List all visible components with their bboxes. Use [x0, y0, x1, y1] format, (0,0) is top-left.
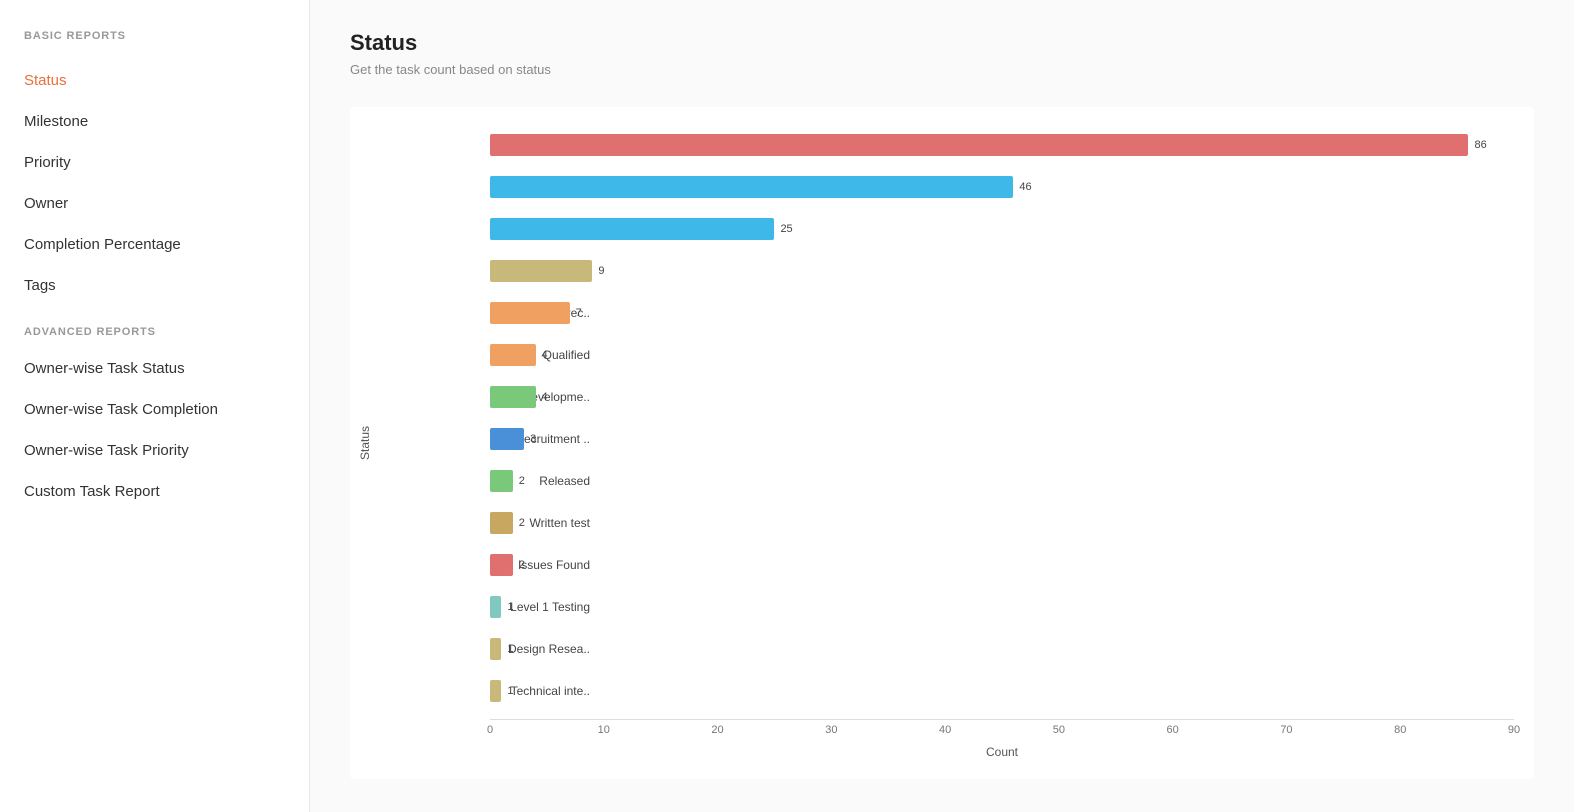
- bar-value: 25: [780, 223, 792, 235]
- bar-fill: [490, 386, 536, 408]
- x-tick: 10: [598, 724, 610, 736]
- bar-value: 1: [507, 643, 513, 655]
- main-content: Status Get the task count based on statu…: [310, 0, 1574, 812]
- bar-track: 9: [490, 253, 1514, 289]
- x-tick: 0: [487, 724, 493, 736]
- page-title: Status: [350, 30, 1534, 56]
- bar-row: Design Resea..1: [490, 631, 1514, 667]
- sidebar-item-owner-task-status[interactable]: Owner-wise Task Status: [0, 348, 309, 389]
- bar-value: 7: [576, 307, 582, 319]
- bar-track: 4: [490, 379, 1514, 415]
- bar-track: 1: [490, 589, 1514, 625]
- bar-row: Technical inte..1: [490, 673, 1514, 709]
- bar-value: 4: [542, 391, 548, 403]
- bar-track: 7: [490, 295, 1514, 331]
- chart-container: Status Closed86 Open46 New25 In Progress9 Ca…: [350, 107, 1534, 779]
- bar-track: 3: [490, 421, 1514, 457]
- bar-value: 3: [530, 433, 536, 445]
- bar-row: In Progress9: [490, 253, 1514, 289]
- bar-value: 2: [519, 559, 525, 571]
- bar-track: 86: [490, 127, 1514, 163]
- bar-row: Closed86: [490, 127, 1514, 163]
- x-tick: 20: [711, 724, 723, 736]
- bar-value: 9: [598, 265, 604, 277]
- basic-reports-section: BASIC REPORTS: [0, 30, 309, 52]
- bar-track: 1: [490, 631, 1514, 667]
- sidebar-item-owner-task-completion[interactable]: Owner-wise Task Completion: [0, 389, 309, 430]
- bar-track: 1: [490, 673, 1514, 709]
- bar-fill: [490, 428, 524, 450]
- bar-value: 2: [519, 475, 525, 487]
- bar-fill: [490, 638, 501, 660]
- sidebar-item-completion-percentage[interactable]: Completion Percentage: [0, 224, 309, 265]
- bar-value: 86: [1474, 139, 1486, 151]
- bar-row: New25: [490, 211, 1514, 247]
- x-tick: 70: [1280, 724, 1292, 736]
- bar-fill: [490, 512, 513, 534]
- sidebar-item-status[interactable]: Status: [0, 60, 309, 101]
- bar-track: 2: [490, 463, 1514, 499]
- chart-inner: Status Closed86 Open46 New25 In Progress9 Ca…: [350, 127, 1514, 759]
- bar-row: Level 1 Testing1: [490, 589, 1514, 625]
- x-tick: 50: [1053, 724, 1065, 736]
- y-axis-label: Status: [350, 127, 380, 759]
- bar-track: 25: [490, 211, 1514, 247]
- bar-track: 4: [490, 337, 1514, 373]
- sidebar-item-milestone[interactable]: Milestone: [0, 101, 309, 142]
- bar-track: 2: [490, 547, 1514, 583]
- bar-fill: [490, 134, 1468, 156]
- sidebar-item-tags[interactable]: Tags: [0, 265, 309, 306]
- bar-row: Released2: [490, 463, 1514, 499]
- x-tick: 80: [1394, 724, 1406, 736]
- sidebar-item-custom-task-report[interactable]: Custom Task Report: [0, 471, 309, 512]
- bar-fill: [490, 596, 501, 618]
- bar-fill: [490, 260, 592, 282]
- page-subtitle: Get the task count based on status: [350, 62, 1534, 77]
- bar-value: 4: [542, 349, 548, 361]
- bar-fill: [490, 680, 501, 702]
- sidebar-item-owner[interactable]: Owner: [0, 183, 309, 224]
- bar-row: Written test2: [490, 505, 1514, 541]
- x-tick: 40: [939, 724, 951, 736]
- bar-value: 2: [519, 517, 525, 529]
- bar-value: 46: [1019, 181, 1031, 193]
- bar-row: Open46: [490, 169, 1514, 205]
- bar-track: 46: [490, 169, 1514, 205]
- sidebar-item-owner-task-priority[interactable]: Owner-wise Task Priority: [0, 430, 309, 471]
- bar-row: Issues Found2: [490, 547, 1514, 583]
- bars-area: Closed86 Open46 New25 In Progress9 Candidate…: [380, 127, 1514, 715]
- x-axis-label: Count: [380, 745, 1514, 759]
- chart-body: Closed86 Open46 New25 In Progress9 Candidate…: [380, 127, 1514, 759]
- bar-fill: [490, 302, 570, 324]
- bar-row: Qualified4: [490, 337, 1514, 373]
- bar-fill: [490, 344, 536, 366]
- advanced-reports-label: ADVANCED REPORTS: [0, 326, 309, 348]
- bar-fill: [490, 176, 1013, 198]
- bar-value: 1: [507, 685, 513, 697]
- bar-row: In Developme..4: [490, 379, 1514, 415]
- x-axis-area: 0102030405060708090: [380, 719, 1514, 739]
- bar-track: 2: [490, 505, 1514, 541]
- sidebar: BASIC REPORTS StatusMilestonePriorityOwn…: [0, 0, 310, 812]
- bar-row: Candidate rec..7: [490, 295, 1514, 331]
- basic-reports-label: BASIC REPORTS: [0, 30, 309, 52]
- bar-fill: [490, 218, 774, 240]
- sidebar-item-priority[interactable]: Priority: [0, 142, 309, 183]
- bar-fill: [490, 470, 513, 492]
- x-axis-ticks: 0102030405060708090: [490, 719, 1514, 739]
- bar-value: 1: [507, 601, 513, 613]
- x-tick: 60: [1167, 724, 1179, 736]
- bar-fill: [490, 554, 513, 576]
- x-tick: 30: [825, 724, 837, 736]
- bar-row: Recruitment ..3: [490, 421, 1514, 457]
- x-tick: 90: [1508, 724, 1520, 736]
